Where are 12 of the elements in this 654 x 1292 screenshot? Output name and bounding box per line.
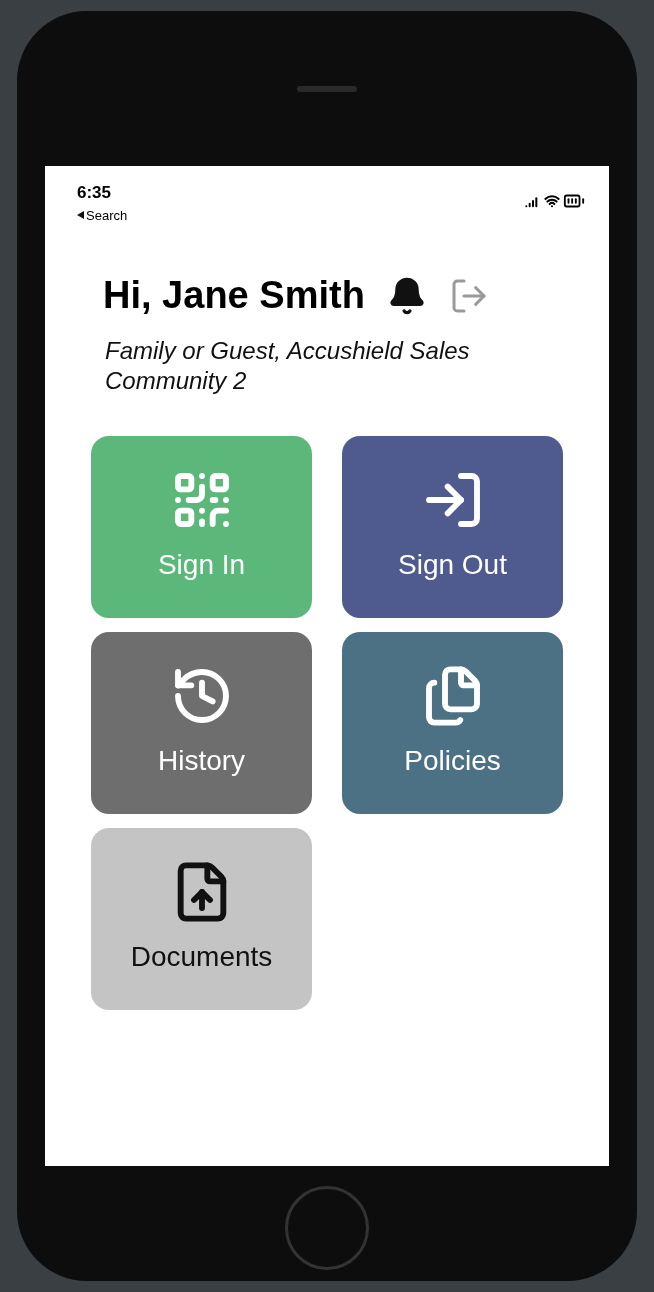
user-role-subtitle: Family or Guest, Accushield Sales Community 2	[104, 336, 471, 396]
wifi-icon	[544, 193, 560, 209]
back-triangle-icon	[77, 211, 84, 220]
greeting-title: Hi, Jane Smith	[103, 273, 365, 318]
menu-tile[interactable]: Sign Out	[342, 436, 563, 618]
status-time: 6:35	[77, 182, 113, 204]
speaker-grille	[297, 86, 357, 92]
back-link[interactable]: Search	[86, 205, 128, 225]
home-button[interactable]	[285, 1186, 369, 1270]
menu-tile[interactable]: History	[91, 632, 312, 814]
menu-tile[interactable]: Documents	[91, 828, 312, 1010]
menu-tile[interactable]: Policies	[342, 632, 563, 814]
